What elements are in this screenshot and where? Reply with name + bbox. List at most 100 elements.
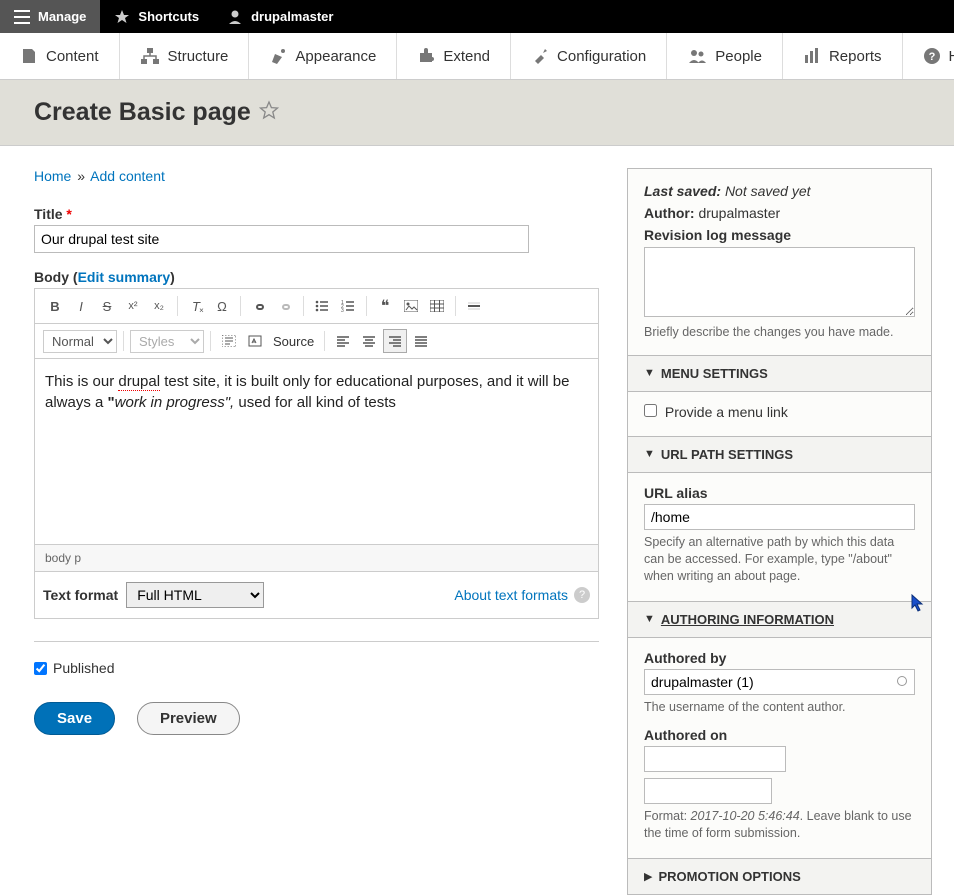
- format-select[interactable]: Normal: [43, 330, 117, 353]
- published-label: Published: [53, 660, 115, 676]
- source-icon[interactable]: [243, 329, 267, 353]
- topbar: Manage Shortcuts drupalmaster: [0, 0, 954, 33]
- bold-button[interactable]: B: [43, 294, 67, 318]
- chevron-down-icon: ▼: [644, 367, 655, 379]
- authored-by-label: Authored by: [644, 650, 915, 666]
- star-icon: [114, 9, 130, 25]
- user-button[interactable]: drupalmaster: [213, 0, 347, 33]
- url-alias-input[interactable]: [644, 504, 915, 530]
- chevron-down-icon: ▼: [644, 613, 655, 625]
- text-format-row: Text format Full HTML About text formats…: [34, 572, 599, 619]
- remove-format-button[interactable]: T×: [184, 294, 208, 318]
- menu-structure[interactable]: Structure: [120, 33, 250, 79]
- revision-log-desc: Briefly describe the changes you have ma…: [644, 324, 915, 341]
- menu-people[interactable]: People: [667, 33, 783, 79]
- elements-path[interactable]: body p: [35, 544, 598, 571]
- favorite-star-icon[interactable]: [259, 98, 279, 127]
- revision-block: Last saved: Not saved yet Author: drupal…: [628, 169, 931, 356]
- manage-button[interactable]: Manage: [0, 0, 100, 33]
- unlink-button[interactable]: [273, 294, 297, 318]
- menu-help[interactable]: ?Help: [903, 33, 954, 79]
- menu-appearance[interactable]: Appearance: [249, 33, 397, 79]
- manage-label: Manage: [38, 9, 86, 24]
- about-text-formats-link[interactable]: About text formats: [454, 587, 568, 603]
- breadcrumb-add[interactable]: Add content: [90, 168, 165, 184]
- revision-log-label: Revision log message: [644, 227, 791, 243]
- source-button[interactable]: Source: [269, 332, 318, 351]
- separator: [34, 641, 599, 642]
- image-button[interactable]: [399, 294, 423, 318]
- autocomplete-icon: [897, 676, 907, 686]
- save-button[interactable]: Save: [34, 702, 115, 735]
- menu-settings-toggle[interactable]: ▼ MENU SETTINGS: [628, 356, 931, 392]
- last-saved-value: Not saved yet: [725, 183, 811, 199]
- reports-icon: [803, 47, 821, 65]
- editor: B I S x² x₂ T× Ω 123 ❝: [34, 288, 599, 572]
- cursor-icon: [911, 594, 925, 612]
- author-value: drupalmaster: [698, 205, 780, 221]
- promotion-toggle[interactable]: ▶ PROMOTION OPTIONS: [628, 859, 931, 894]
- authored-by-input[interactable]: [644, 669, 915, 695]
- strike-button[interactable]: S: [95, 294, 119, 318]
- menu-content[interactable]: Content: [0, 33, 120, 79]
- title-label: Title *: [34, 206, 599, 222]
- menu-extend[interactable]: Extend: [397, 33, 511, 79]
- preview-button[interactable]: Preview: [137, 702, 240, 735]
- sidebar: Last saved: Not saved yet Author: drupal…: [627, 168, 932, 895]
- special-char-button[interactable]: Ω: [210, 294, 234, 318]
- url-settings-toggle[interactable]: ▼ URL PATH SETTINGS: [628, 437, 931, 473]
- help-circle-icon[interactable]: ?: [574, 587, 590, 603]
- title-input[interactable]: [34, 225, 529, 253]
- subscript-button[interactable]: x₂: [147, 294, 171, 318]
- align-left-button[interactable]: [331, 329, 355, 353]
- title-area: Create Basic page: [0, 80, 954, 146]
- authoring-toggle[interactable]: ▼ AUTHORING INFORMATION: [628, 602, 931, 638]
- text-format-select[interactable]: Full HTML: [126, 582, 264, 608]
- link-button[interactable]: [247, 294, 271, 318]
- authored-on-time-input[interactable]: [644, 778, 772, 804]
- chevron-right-icon: ▶: [644, 870, 652, 883]
- revision-log-textarea[interactable]: [644, 247, 915, 317]
- blockquote-button[interactable]: ❝: [373, 294, 397, 318]
- help-icon: ?: [923, 47, 941, 65]
- align-justify-button[interactable]: [409, 329, 433, 353]
- url-settings-body: URL alias Specify an alternative path by…: [628, 473, 931, 602]
- align-center-button[interactable]: [357, 329, 381, 353]
- menubar: Content Structure Appearance Extend Conf…: [0, 33, 954, 80]
- edit-summary-link[interactable]: Edit summary: [78, 269, 171, 285]
- page-title: Create Basic page: [34, 98, 920, 127]
- hamburger-icon: [14, 10, 30, 24]
- bullet-list-button[interactable]: [310, 294, 334, 318]
- content-icon: [20, 47, 38, 65]
- styles-select[interactable]: Styles: [130, 330, 204, 353]
- extend-icon: [417, 47, 435, 65]
- editor-toolbar-row1: B I S x² x₂ T× Ω 123 ❝: [35, 289, 598, 324]
- show-blocks-button[interactable]: [217, 329, 241, 353]
- superscript-button[interactable]: x²: [121, 294, 145, 318]
- people-icon: [687, 47, 707, 65]
- url-alias-desc: Specify an alternative path by which thi…: [644, 534, 915, 585]
- authoring-body: Authored by The username of the content …: [628, 638, 931, 860]
- breadcrumb-home[interactable]: Home: [34, 168, 71, 184]
- align-right-button[interactable]: [383, 329, 407, 353]
- table-button[interactable]: [425, 294, 449, 318]
- menu-link-checkbox[interactable]: [644, 404, 657, 417]
- published-row: Published: [34, 660, 599, 676]
- chevron-down-icon: ▼: [644, 448, 655, 460]
- number-list-button[interactable]: 123: [336, 294, 360, 318]
- authored-by-desc: The username of the content author.: [644, 699, 915, 716]
- editor-toolbar-row2: Normal Styles Source: [35, 324, 598, 359]
- shortcuts-button[interactable]: Shortcuts: [100, 0, 213, 33]
- menu-reports[interactable]: Reports: [783, 33, 903, 79]
- menu-configuration[interactable]: Configuration: [511, 33, 667, 79]
- menu-link-label: Provide a menu link: [665, 404, 788, 420]
- hr-button[interactable]: [462, 294, 486, 318]
- url-alias-label: URL alias: [644, 485, 915, 501]
- authored-on-date-input[interactable]: [644, 746, 786, 772]
- menu-settings-body: Provide a menu link: [628, 392, 931, 437]
- text-format-label: Text format: [43, 587, 118, 603]
- published-checkbox[interactable]: [34, 662, 47, 675]
- editor-body[interactable]: This is our drupal test site, it is buil…: [35, 359, 598, 544]
- svg-text:3: 3: [341, 308, 344, 313]
- italic-button[interactable]: I: [69, 294, 93, 318]
